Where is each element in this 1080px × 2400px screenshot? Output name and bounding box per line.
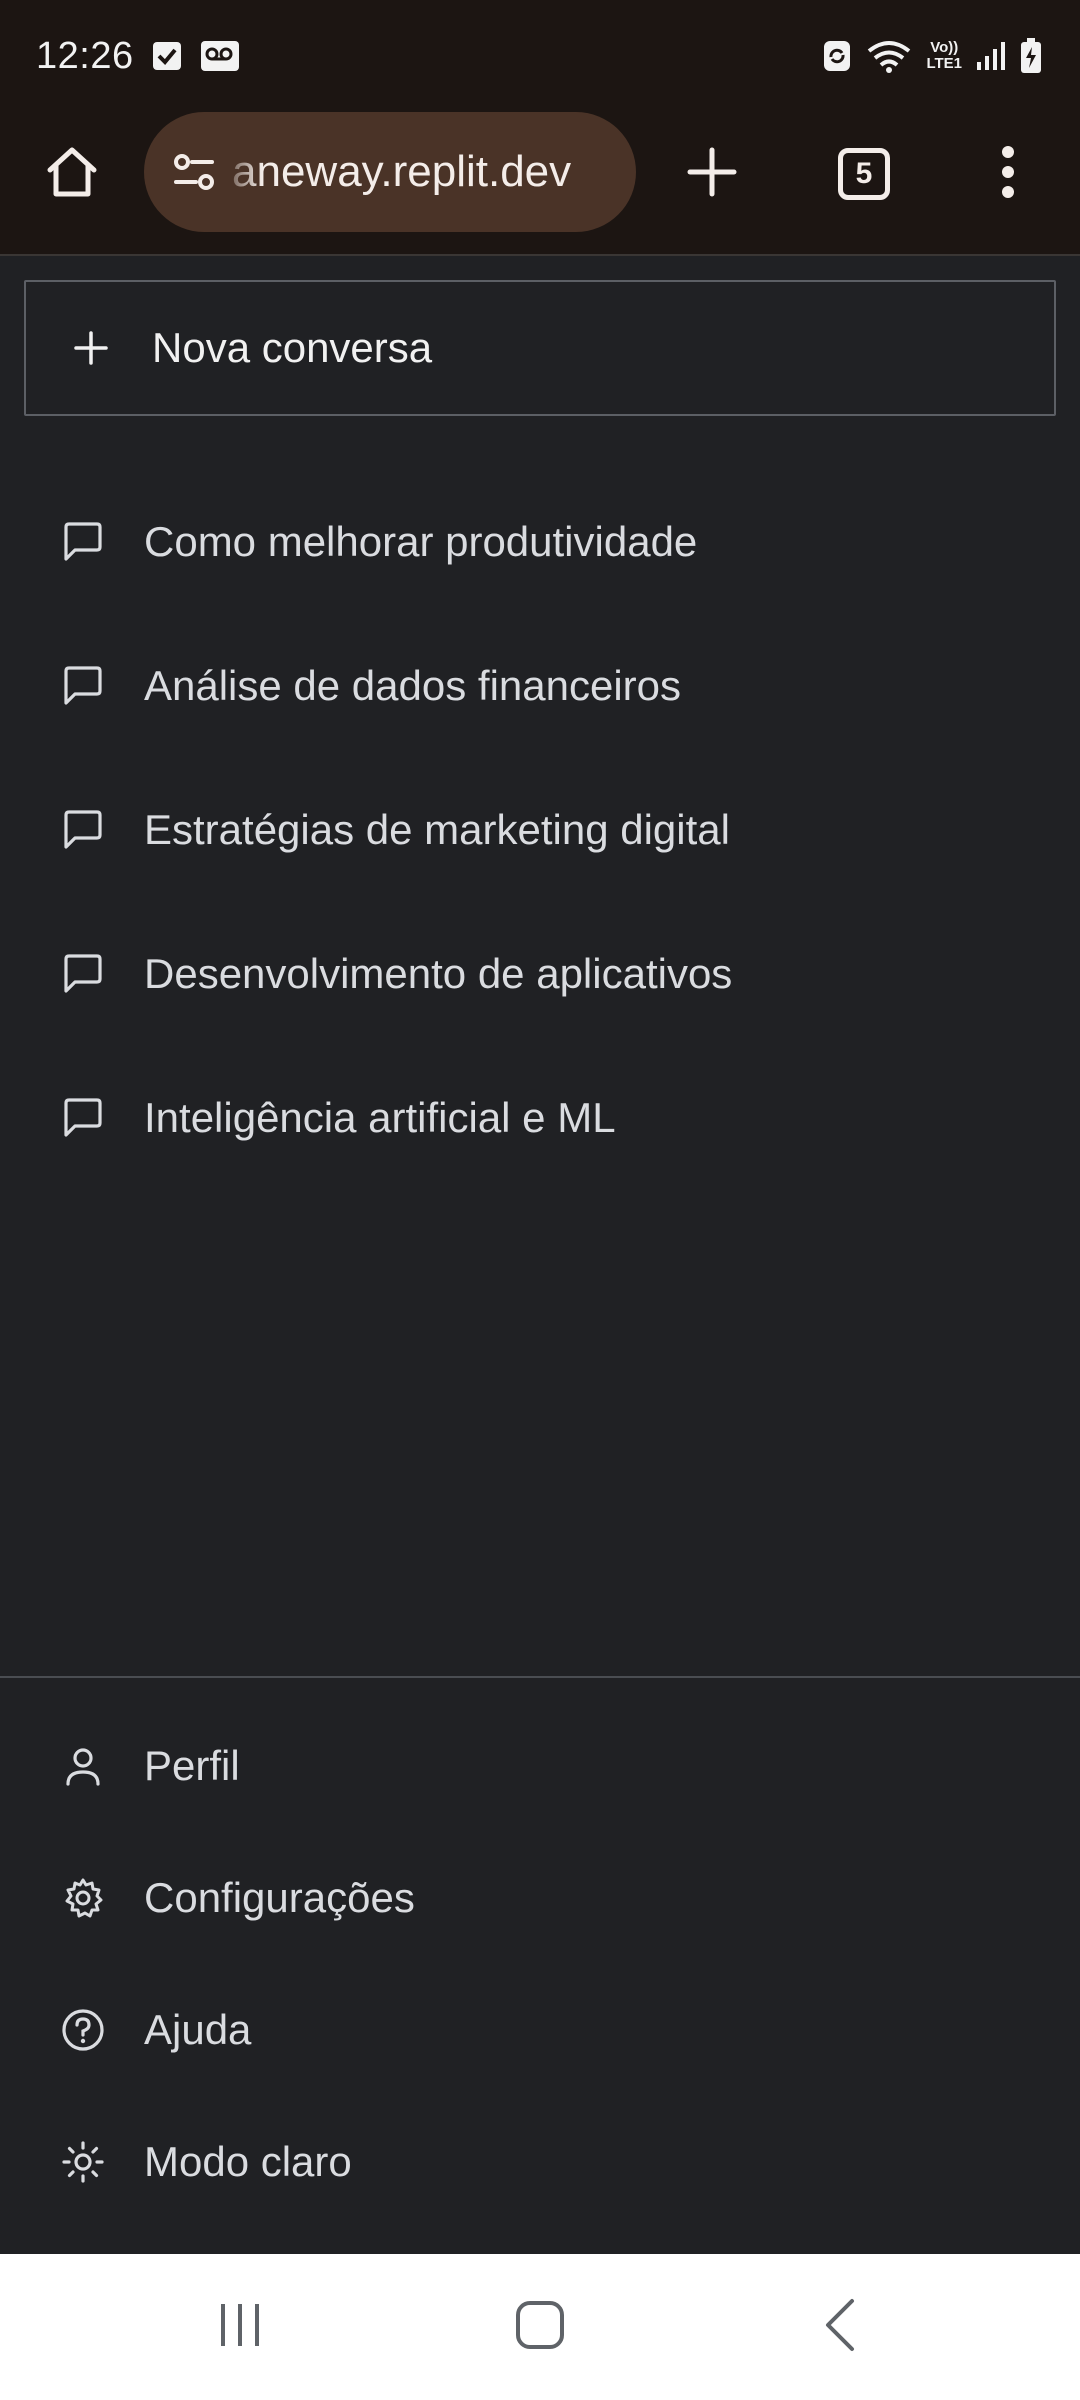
status-left: 12:26 bbox=[36, 35, 240, 78]
signal-icon bbox=[976, 40, 1006, 72]
url-field[interactable]: aneway.replit.dev bbox=[144, 112, 636, 232]
new-tab-button[interactable] bbox=[676, 138, 748, 210]
status-right: Vo)) LTE1 bbox=[822, 38, 1042, 74]
chat-bubble-icon bbox=[60, 951, 106, 997]
checkbox-notification-icon bbox=[152, 41, 182, 71]
tab-switcher-icon: 5 bbox=[838, 148, 890, 200]
recent-apps-icon bbox=[215, 2300, 265, 2355]
system-navigation-bar bbox=[0, 2254, 1080, 2400]
sidebar-divider bbox=[0, 1676, 1080, 1678]
user-icon bbox=[60, 1743, 106, 1789]
battery-charging-icon bbox=[1020, 38, 1042, 74]
conversation-label: Análise de dados financeiros bbox=[144, 662, 682, 709]
wifi-icon bbox=[866, 39, 912, 73]
network-label-bottom: LTE1 bbox=[926, 55, 962, 72]
settings-label: Configurações bbox=[144, 1874, 415, 1921]
home-button-icon bbox=[514, 2299, 566, 2356]
sync-icon bbox=[822, 39, 852, 73]
browser-toolbar: aneway.replit.dev 5 bbox=[0, 112, 1080, 256]
new-chat-label: Nova conversa bbox=[152, 324, 433, 371]
profile-menu-item[interactable]: Perfil bbox=[0, 1700, 1080, 1832]
status-bar: 12:26 Vo)) LTE1 bbox=[0, 0, 1080, 112]
home-button[interactable] bbox=[38, 140, 106, 208]
conversation-label: Como melhorar produtividade bbox=[144, 518, 698, 565]
conversation-label: Inteligência artificial e ML bbox=[144, 1094, 616, 1141]
conversation-list: Como melhorar produtividade Análise de d… bbox=[0, 470, 1080, 1190]
conversation-item[interactable]: Estratégias de marketing digital bbox=[0, 758, 1080, 902]
recent-apps-button[interactable] bbox=[180, 2277, 300, 2377]
site-settings-icon[interactable] bbox=[166, 144, 222, 200]
url-text[interactable]: aneway.replit.dev bbox=[232, 147, 636, 197]
help-circle-icon bbox=[60, 2007, 106, 2053]
gear-icon bbox=[60, 1875, 106, 1921]
home-icon bbox=[42, 142, 102, 207]
voicemail-icon bbox=[200, 40, 240, 72]
more-menu-button[interactable] bbox=[978, 138, 1038, 210]
light-mode-label: Modo claro bbox=[144, 2138, 352, 2185]
chat-bubble-icon bbox=[60, 1095, 106, 1141]
more-vertical-icon bbox=[998, 144, 1018, 205]
conversation-item[interactable]: Como melhorar produtividade bbox=[0, 470, 1080, 614]
conversation-item[interactable]: Análise de dados financeiros bbox=[0, 614, 1080, 758]
home-nav-button[interactable] bbox=[480, 2277, 600, 2377]
new-tab-plus-icon bbox=[684, 144, 740, 205]
plus-icon bbox=[68, 325, 114, 371]
new-chat-button[interactable]: Nova conversa bbox=[24, 280, 1056, 416]
bottom-menu: Perfil Configurações Ajuda Modo claro bbox=[0, 1700, 1080, 2228]
tab-switcher-button[interactable]: 5 bbox=[828, 138, 900, 210]
conversation-item[interactable]: Inteligência artificial e ML bbox=[0, 1046, 1080, 1190]
light-mode-menu-item[interactable]: Modo claro bbox=[0, 2096, 1080, 2228]
profile-label: Perfil bbox=[144, 1742, 240, 1789]
conversation-item[interactable]: Desenvolvimento de aplicativos bbox=[0, 902, 1080, 1046]
back-button[interactable] bbox=[780, 2277, 900, 2377]
sidebar-panel: Nova conversa Como melhorar produtividad… bbox=[0, 258, 1080, 2254]
sun-icon bbox=[60, 2139, 106, 2185]
chat-bubble-icon bbox=[60, 519, 106, 565]
settings-menu-item[interactable]: Configurações bbox=[0, 1832, 1080, 1964]
chat-bubble-icon bbox=[60, 663, 106, 709]
conversation-label: Estratégias de marketing digital bbox=[144, 806, 730, 853]
network-label-top: Vo)) bbox=[930, 39, 959, 56]
status-time: 12:26 bbox=[36, 34, 134, 77]
back-icon bbox=[820, 2297, 860, 2358]
help-label: Ajuda bbox=[144, 2006, 252, 2053]
chat-bubble-icon bbox=[60, 807, 106, 853]
network-type: Vo)) LTE1 bbox=[926, 40, 962, 72]
conversation-label: Desenvolvimento de aplicativos bbox=[144, 950, 733, 997]
help-menu-item[interactable]: Ajuda bbox=[0, 1964, 1080, 2096]
